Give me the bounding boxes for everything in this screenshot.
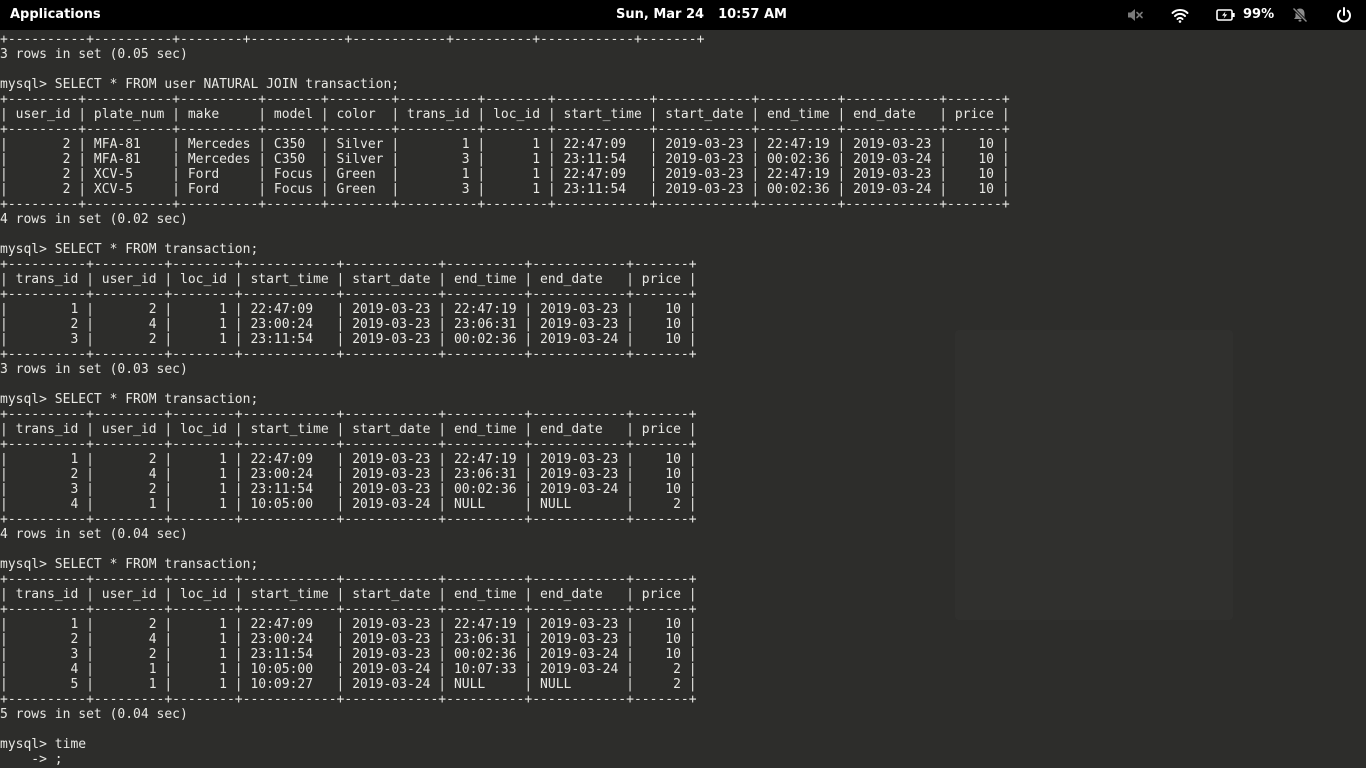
terminal-line: -> ; xyxy=(0,752,63,767)
terminal-line: | 2 | XCV-5 | Ford | Focus | Green | 1 |… xyxy=(0,167,1010,182)
terminal-line: | 2 | 4 | 1 | 23:00:24 | 2019-03-23 | 23… xyxy=(0,467,697,482)
terminal-line: | trans_id | user_id | loc_id | start_ti… xyxy=(0,422,697,437)
terminal-line: | 5 | 1 | 1 | 10:09:27 | 2019-03-24 | NU… xyxy=(0,677,697,692)
terminal-line: +---------+-----------+----------+------… xyxy=(0,197,1010,212)
terminal-line: | 4 | 1 | 1 | 10:05:00 | 2019-03-24 | NU… xyxy=(0,497,697,512)
terminal-line: mysql> SELECT * FROM transaction; xyxy=(0,242,259,257)
date-time-indicator[interactable]: Sun, Mar 24 10:57 AM xyxy=(616,0,787,30)
terminal-line: +----------+---------+--------+---------… xyxy=(0,437,697,452)
terminal-line: +----------+---------+--------+---------… xyxy=(0,407,697,422)
terminal-line: +---------+-----------+----------+------… xyxy=(0,92,1010,107)
terminal-window[interactable]: +----------+----------+--------+--------… xyxy=(0,30,1366,768)
applications-menu-button[interactable]: Applications xyxy=(10,0,101,30)
terminal-line: +----------+---------+--------+---------… xyxy=(0,602,697,617)
terminal-line: +----------+---------+--------+---------… xyxy=(0,257,697,272)
terminal-line: | 2 | 4 | 1 | 23:00:24 | 2019-03-23 | 23… xyxy=(0,632,697,647)
battery-charging-icon[interactable] xyxy=(1216,6,1236,24)
terminal-line: 3 rows in set (0.03 sec) xyxy=(0,362,188,377)
terminal-line: mysql> time xyxy=(0,737,87,752)
terminal-line: +---------+-----------+----------+------… xyxy=(0,122,1010,137)
terminal-line: 4 rows in set (0.04 sec) xyxy=(0,527,188,542)
top-panel: Applications Sun, Mar 24 10:57 AM 99% xyxy=(0,0,1366,30)
terminal-line: | user_id | plate_num | make | model | c… xyxy=(0,107,1010,122)
wifi-icon[interactable] xyxy=(1171,6,1189,24)
terminal-line: mysql> SELECT * FROM user NATURAL JOIN t… xyxy=(0,77,400,92)
terminal-line: | 1 | 2 | 1 | 22:47:09 | 2019-03-23 | 22… xyxy=(0,452,697,467)
terminal-line: | 3 | 2 | 1 | 23:11:54 | 2019-03-23 | 00… xyxy=(0,332,697,347)
terminal-line: | 2 | 4 | 1 | 23:00:24 | 2019-03-23 | 23… xyxy=(0,317,697,332)
terminal-line: +----------+---------+--------+---------… xyxy=(0,347,697,362)
terminal-line: | trans_id | user_id | loc_id | start_ti… xyxy=(0,272,697,287)
terminal-line: 4 rows in set (0.02 sec) xyxy=(0,212,188,227)
terminal-line: 5 rows in set (0.04 sec) xyxy=(0,707,188,722)
terminal-line: | 1 | 2 | 1 | 22:47:09 | 2019-03-23 | 22… xyxy=(0,617,697,632)
terminal-line: | 4 | 1 | 1 | 10:05:00 | 2019-03-24 | 10… xyxy=(0,662,697,677)
terminal-line: | 3 | 2 | 1 | 23:11:54 | 2019-03-23 | 00… xyxy=(0,647,697,662)
terminal-line: +----------+---------+--------+---------… xyxy=(0,512,697,527)
terminal-line: | 3 | 2 | 1 | 23:11:54 | 2019-03-23 | 00… xyxy=(0,482,697,497)
power-icon[interactable] xyxy=(1335,6,1353,24)
terminal-line: mysql> SELECT * FROM transaction; xyxy=(0,392,259,407)
terminal-line: +----------+---------+--------+---------… xyxy=(0,572,697,587)
notifications-off-icon[interactable] xyxy=(1291,6,1309,24)
terminal-line: | trans_id | user_id | loc_id | start_ti… xyxy=(0,587,697,602)
battery-percentage: 99% xyxy=(1243,7,1275,22)
volume-muted-icon[interactable] xyxy=(1126,6,1144,24)
terminal-output: +----------+----------+--------+--------… xyxy=(0,32,1010,767)
terminal-line: +----------+---------+--------+---------… xyxy=(0,692,697,707)
terminal-line: | 2 | XCV-5 | Ford | Focus | Green | 3 |… xyxy=(0,182,1010,197)
terminal-line: | 2 | MFA-81 | Mercedes | C350 | Silver … xyxy=(0,152,1010,167)
time-label: 10:57 AM xyxy=(718,7,787,22)
terminal-line: +----------+---------+--------+---------… xyxy=(0,287,697,302)
terminal-line: mysql> SELECT * FROM transaction; xyxy=(0,557,259,572)
terminal-line: 3 rows in set (0.05 sec) xyxy=(0,47,188,62)
terminal-line: | 2 | MFA-81 | Mercedes | C350 | Silver … xyxy=(0,137,1010,152)
date-label: Sun, Mar 24 xyxy=(616,7,705,22)
terminal-line: | 1 | 2 | 1 | 22:47:09 | 2019-03-23 | 22… xyxy=(0,302,697,317)
terminal-line: +----------+----------+--------+--------… xyxy=(0,32,705,47)
